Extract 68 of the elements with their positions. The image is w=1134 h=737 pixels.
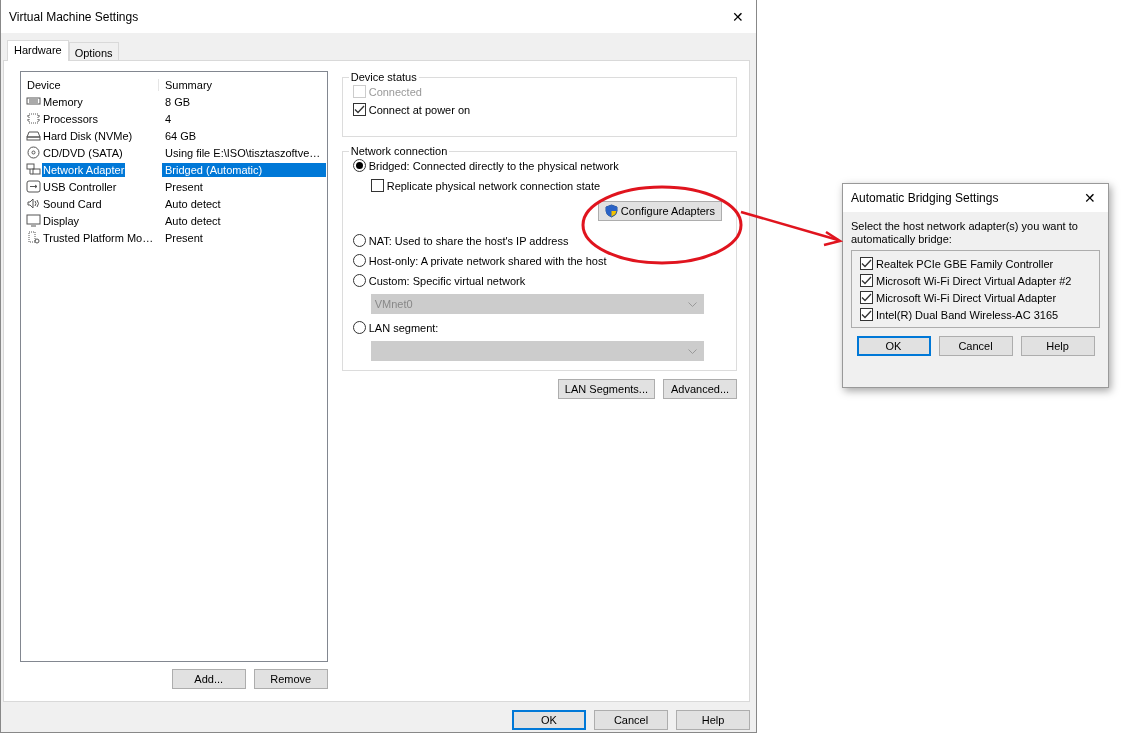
column-header[interactable]: Device xyxy=(21,78,159,91)
close-button[interactable]: ✕ xyxy=(1080,190,1100,206)
group-title: Network connection xyxy=(349,145,449,157)
speaker-icon xyxy=(26,197,41,210)
device-summary: Auto detect xyxy=(164,213,222,228)
device-summary: Present xyxy=(164,230,204,245)
checkbox[interactable]: Microsoft Wi-Fi Direct Virtual Adapter xyxy=(860,291,1091,304)
list-button[interactable]: Add... xyxy=(171,669,246,689)
dialog-button[interactable]: OK xyxy=(856,336,931,356)
checkbox[interactable]: Replicate physical network connection state xyxy=(370,179,726,192)
device-name[interactable]: Sound Card xyxy=(42,196,103,211)
device-name[interactable]: Display xyxy=(42,213,81,228)
shield-icon xyxy=(604,204,618,218)
window-title: Virtual Machine Settings xyxy=(9,9,139,24)
monitor-icon xyxy=(26,214,41,227)
dialog-button[interactable]: Help xyxy=(676,710,750,730)
checkbox[interactable]: Connect at power on xyxy=(352,103,726,116)
checkbox[interactable]: Realtek PCIe GBE Family Controller xyxy=(860,257,1091,270)
device-summary: 64 GB xyxy=(164,128,198,143)
dialog-button[interactable]: Cancel xyxy=(938,336,1013,356)
chip-icon xyxy=(26,112,41,125)
tab[interactable]: Options xyxy=(68,42,119,61)
tab[interactable]: Hardware xyxy=(7,40,69,61)
list-button[interactable]: Remove xyxy=(253,669,328,689)
checkmark-icon xyxy=(861,276,872,285)
device-summary: Present xyxy=(164,179,204,194)
device-summary: 4 xyxy=(164,111,173,126)
device-summary: Auto detect xyxy=(164,196,222,211)
checkmark-icon xyxy=(861,293,872,302)
configure-adapters-button[interactable]: Configure Adapters xyxy=(597,201,722,221)
radio-button[interactable]: Bridged: Connected directly to the physical network xyxy=(352,159,726,172)
checkbox[interactable]: Intel(R) Dual Band Wireless-AC 3165 xyxy=(860,308,1091,321)
dialog-button[interactable]: Help xyxy=(1020,336,1095,356)
radio-button[interactable]: Host-only: A private network shared with the host xyxy=(352,254,726,267)
chevron-down-icon xyxy=(687,348,697,354)
column-header[interactable]: Summary xyxy=(159,78,297,91)
memory-icon xyxy=(26,95,41,108)
device-name[interactable]: Network Adapter xyxy=(42,162,126,177)
checkbox[interactable]: Microsoft Wi-Fi Direct Virtual Adapter #2 xyxy=(860,274,1091,287)
close-button[interactable]: ✕ xyxy=(728,8,748,25)
device-summary: 8 GB xyxy=(164,94,192,109)
checkmark-icon xyxy=(861,310,872,319)
usb-icon xyxy=(26,180,41,193)
device-name[interactable]: USB Controller xyxy=(42,179,118,194)
chevron-down-icon xyxy=(687,301,697,307)
radio-button[interactable]: NAT: Used to share the host's IP address xyxy=(352,234,726,247)
group-title: Device status xyxy=(349,71,418,83)
radio-button[interactable]: Custom: Specific virtual network xyxy=(352,274,726,287)
hard-disk-icon xyxy=(26,129,41,142)
dialog-button[interactable]: OK xyxy=(512,710,586,730)
dialog-title: Automatic Bridging Settings xyxy=(851,191,999,205)
device-name[interactable]: Trusted Platform Mo… xyxy=(42,230,155,245)
checkmark-icon xyxy=(861,259,872,268)
tpm-chip-icon xyxy=(26,231,41,244)
device-summary: Bridged (Automatic) xyxy=(162,162,326,177)
checkmark-icon xyxy=(353,105,365,114)
disc-icon xyxy=(26,146,41,159)
device-summary: Using file E:\ISO\tisztaszoftve… xyxy=(164,145,322,160)
dialog-button[interactable]: Cancel xyxy=(594,710,668,730)
network-icon xyxy=(26,163,41,176)
device-name[interactable]: Hard Disk (NVMe) xyxy=(42,128,134,143)
device-name[interactable]: Processors xyxy=(42,111,100,126)
panel-button[interactable]: Advanced... xyxy=(663,379,737,399)
device-name[interactable]: Memory xyxy=(42,94,84,109)
device-name[interactable]: CD/DVD (SATA) xyxy=(42,145,124,160)
radio-button[interactable]: LAN segment: xyxy=(352,321,726,334)
panel-button[interactable]: LAN Segments... xyxy=(557,379,655,399)
instruction-text: Select the host network adapter(s) you want to automatically bridge: xyxy=(851,220,1079,246)
